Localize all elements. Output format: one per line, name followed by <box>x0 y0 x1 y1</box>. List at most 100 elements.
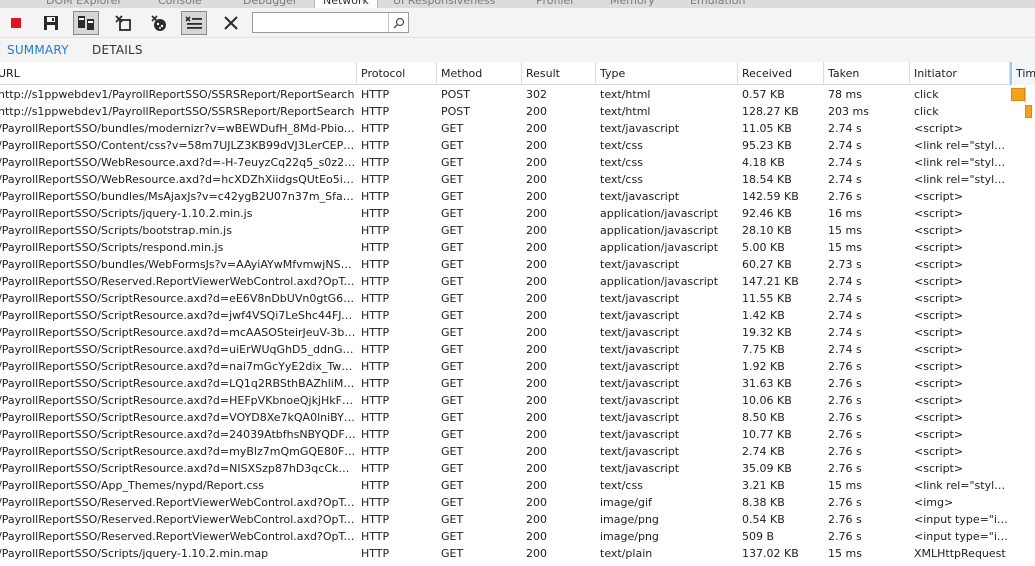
type-cell: application/javascript <box>600 224 719 237</box>
protocol-cell: HTTP <box>361 156 390 169</box>
view-tabs: SUMMARY DETAILS <box>0 38 1035 62</box>
timing-cell <box>1011 392 1035 409</box>
tab-console[interactable]: Console <box>158 0 202 8</box>
column-header-timings[interactable]: Timings <box>1010 62 1035 85</box>
tab-details[interactable]: DETAILS <box>92 43 143 57</box>
table-row[interactable]: /PayrollReportSSO/Reserved.ReportViewerW… <box>0 528 1035 545</box>
timing-cell <box>1011 205 1035 222</box>
table-row[interactable]: /PayrollReportSSO/ScriptResource.axd?d=m… <box>0 443 1035 460</box>
timing-marker <box>1025 86 1026 103</box>
export-button[interactable] <box>38 11 64 35</box>
type-cell: text/html <box>600 105 651 118</box>
initiator-cell: <script> <box>914 343 964 356</box>
tab-ui-responsiveness[interactable]: UI Responsiveness <box>393 0 495 8</box>
table-row[interactable]: /PayrollReportSSO/ScriptResource.axd?d=u… <box>0 341 1035 358</box>
table-row[interactable]: /PayrollReportSSO/bundles/MsAjaxJs?v=c42… <box>0 188 1035 205</box>
table-row[interactable]: /PayrollReportSSO/WebResource.axd?d=-H-7… <box>0 154 1035 171</box>
tab-dom-explorer[interactable]: DOM Explorer <box>46 0 122 8</box>
tab-network[interactable]: Network <box>314 0 378 8</box>
table-row[interactable]: /PayrollReportSSO/Reserved.ReportViewerW… <box>0 511 1035 528</box>
table-row[interactable]: /PayrollReportSSO/ScriptResource.axd?d=e… <box>0 290 1035 307</box>
initiator-cell: <script> <box>914 207 964 220</box>
clear-cookies-button[interactable] <box>146 11 172 35</box>
clear-session-button[interactable] <box>218 11 244 35</box>
taken-cell: 2.76 s <box>828 411 862 424</box>
protocol-cell: HTTP <box>361 258 390 271</box>
table-row[interactable]: /PayrollReportSSO/ScriptResource.axd?d=V… <box>0 409 1035 426</box>
table-row[interactable]: /PayrollReportSSO/ScriptResource.axd?d=L… <box>0 375 1035 392</box>
table-row[interactable]: /PayrollReportSSO/Scripts/jquery-1.10.2.… <box>0 205 1035 222</box>
request-rows: http://s1ppwebdev1/PayrollReportSSO/SSRS… <box>0 86 1035 562</box>
timing-cell <box>1011 511 1035 528</box>
taken-cell: 15 ms <box>828 479 862 492</box>
protocol-cell: HTTP <box>361 292 390 305</box>
method-cell: GET <box>441 207 464 220</box>
result-cell: 200 <box>526 479 547 492</box>
column-header-result[interactable]: Result <box>522 62 596 85</box>
initiator-cell: <script> <box>914 428 964 441</box>
table-row[interactable]: /PayrollReportSSO/ScriptResource.axd?d=j… <box>0 307 1035 324</box>
table-row[interactable]: /PayrollReportSSO/bundles/modernizr?v=wB… <box>0 120 1035 137</box>
taken-cell: 2.76 s <box>828 394 862 407</box>
timing-cell <box>1011 375 1035 392</box>
result-cell: 200 <box>526 309 547 322</box>
taken-cell: 2.76 s <box>828 190 862 203</box>
taken-cell: 2.74 s <box>828 309 862 322</box>
column-header-type[interactable]: Type <box>596 62 738 85</box>
initiator-cell: XMLHttpRequest <box>914 547 1006 560</box>
tab-emulation[interactable]: Emulation <box>690 0 746 8</box>
protocol-cell: HTTP <box>361 309 390 322</box>
tab-debugger[interactable]: Debugger <box>243 0 297 8</box>
received-cell: 60.27 KB <box>742 258 792 271</box>
search-icon[interactable] <box>388 13 408 32</box>
method-cell: GET <box>441 190 464 203</box>
initiator-cell: <input type="image"> <box>914 513 1010 526</box>
table-row[interactable]: http://s1ppwebdev1/PayrollReportSSO/SSRS… <box>0 86 1035 103</box>
tab-summary[interactable]: SUMMARY <box>7 43 69 57</box>
type-cell: text/javascript <box>600 309 680 322</box>
method-cell: GET <box>441 343 464 356</box>
table-row[interactable]: /PayrollReportSSO/Scripts/bootstrap.min.… <box>0 222 1035 239</box>
stop-recording-button[interactable] <box>3 11 29 35</box>
table-row[interactable]: /PayrollReportSSO/ScriptResource.axd?d=n… <box>0 358 1035 375</box>
url-cell: /PayrollReportSSO/Reserved.ReportViewerW… <box>0 530 356 543</box>
table-row[interactable]: /PayrollReportSSO/Scripts/respond.min.js… <box>0 239 1035 256</box>
clear-cache-button[interactable] <box>110 11 136 35</box>
type-cell: image/png <box>600 530 659 543</box>
protocol-cell: HTTP <box>361 462 390 475</box>
table-row[interactable]: /PayrollReportSSO/ScriptResource.axd?d=N… <box>0 460 1035 477</box>
table-row[interactable]: /PayrollReportSSO/Reserved.ReportViewerW… <box>0 494 1035 511</box>
timing-cell <box>1011 494 1035 511</box>
initiator-cell: click <box>914 105 939 118</box>
table-row[interactable]: /PayrollReportSSO/WebResource.axd?d=hcXD… <box>0 171 1035 188</box>
search-box[interactable] <box>252 12 409 33</box>
timing-cell <box>1011 239 1035 256</box>
result-cell: 302 <box>526 88 547 101</box>
table-row[interactable]: /PayrollReportSSO/Reserved.ReportViewerW… <box>0 273 1035 290</box>
table-row[interactable]: /PayrollReportSSO/Content/css?v=58m7UJLZ… <box>0 137 1035 154</box>
method-cell: GET <box>441 547 464 560</box>
url-cell: /PayrollReportSSO/ScriptResource.axd?d=m… <box>0 326 356 339</box>
received-cell: 1.92 KB <box>742 360 785 373</box>
protocol-cell: HTTP <box>361 326 390 339</box>
always-refresh-button[interactable] <box>73 11 99 35</box>
column-header-method[interactable]: Method <box>437 62 522 85</box>
column-header-url[interactable]: URL <box>0 62 357 85</box>
received-cell: 11.05 KB <box>742 122 792 135</box>
protocol-cell: HTTP <box>361 479 390 492</box>
table-row[interactable]: /PayrollReportSSO/ScriptResource.axd?d=m… <box>0 324 1035 341</box>
table-row[interactable]: /PayrollReportSSO/ScriptResource.axd?d=2… <box>0 426 1035 443</box>
column-header-initiator[interactable]: Initiator <box>910 62 1010 85</box>
table-row[interactable]: http://s1ppwebdev1/PayrollReportSSO/SSRS… <box>0 103 1035 120</box>
column-header-received[interactable]: Received <box>738 62 824 85</box>
table-row[interactable]: /PayrollReportSSO/bundles/WebFormsJs?v=A… <box>0 256 1035 273</box>
clear-entries-on-navigate-button[interactable] <box>181 11 207 35</box>
column-header-taken[interactable]: Taken <box>824 62 910 85</box>
table-row[interactable]: /PayrollReportSSO/App_Themes/nypd/Report… <box>0 477 1035 494</box>
column-header-protocol[interactable]: Protocol <box>357 62 437 85</box>
search-input[interactable] <box>255 14 387 31</box>
tab-profiler[interactable]: Profiler <box>536 0 575 8</box>
table-row[interactable]: /PayrollReportSSO/ScriptResource.axd?d=H… <box>0 392 1035 409</box>
tab-memory[interactable]: Memory <box>610 0 655 8</box>
table-row[interactable]: /PayrollReportSSO/Scripts/jquery-1.10.2.… <box>0 545 1035 562</box>
